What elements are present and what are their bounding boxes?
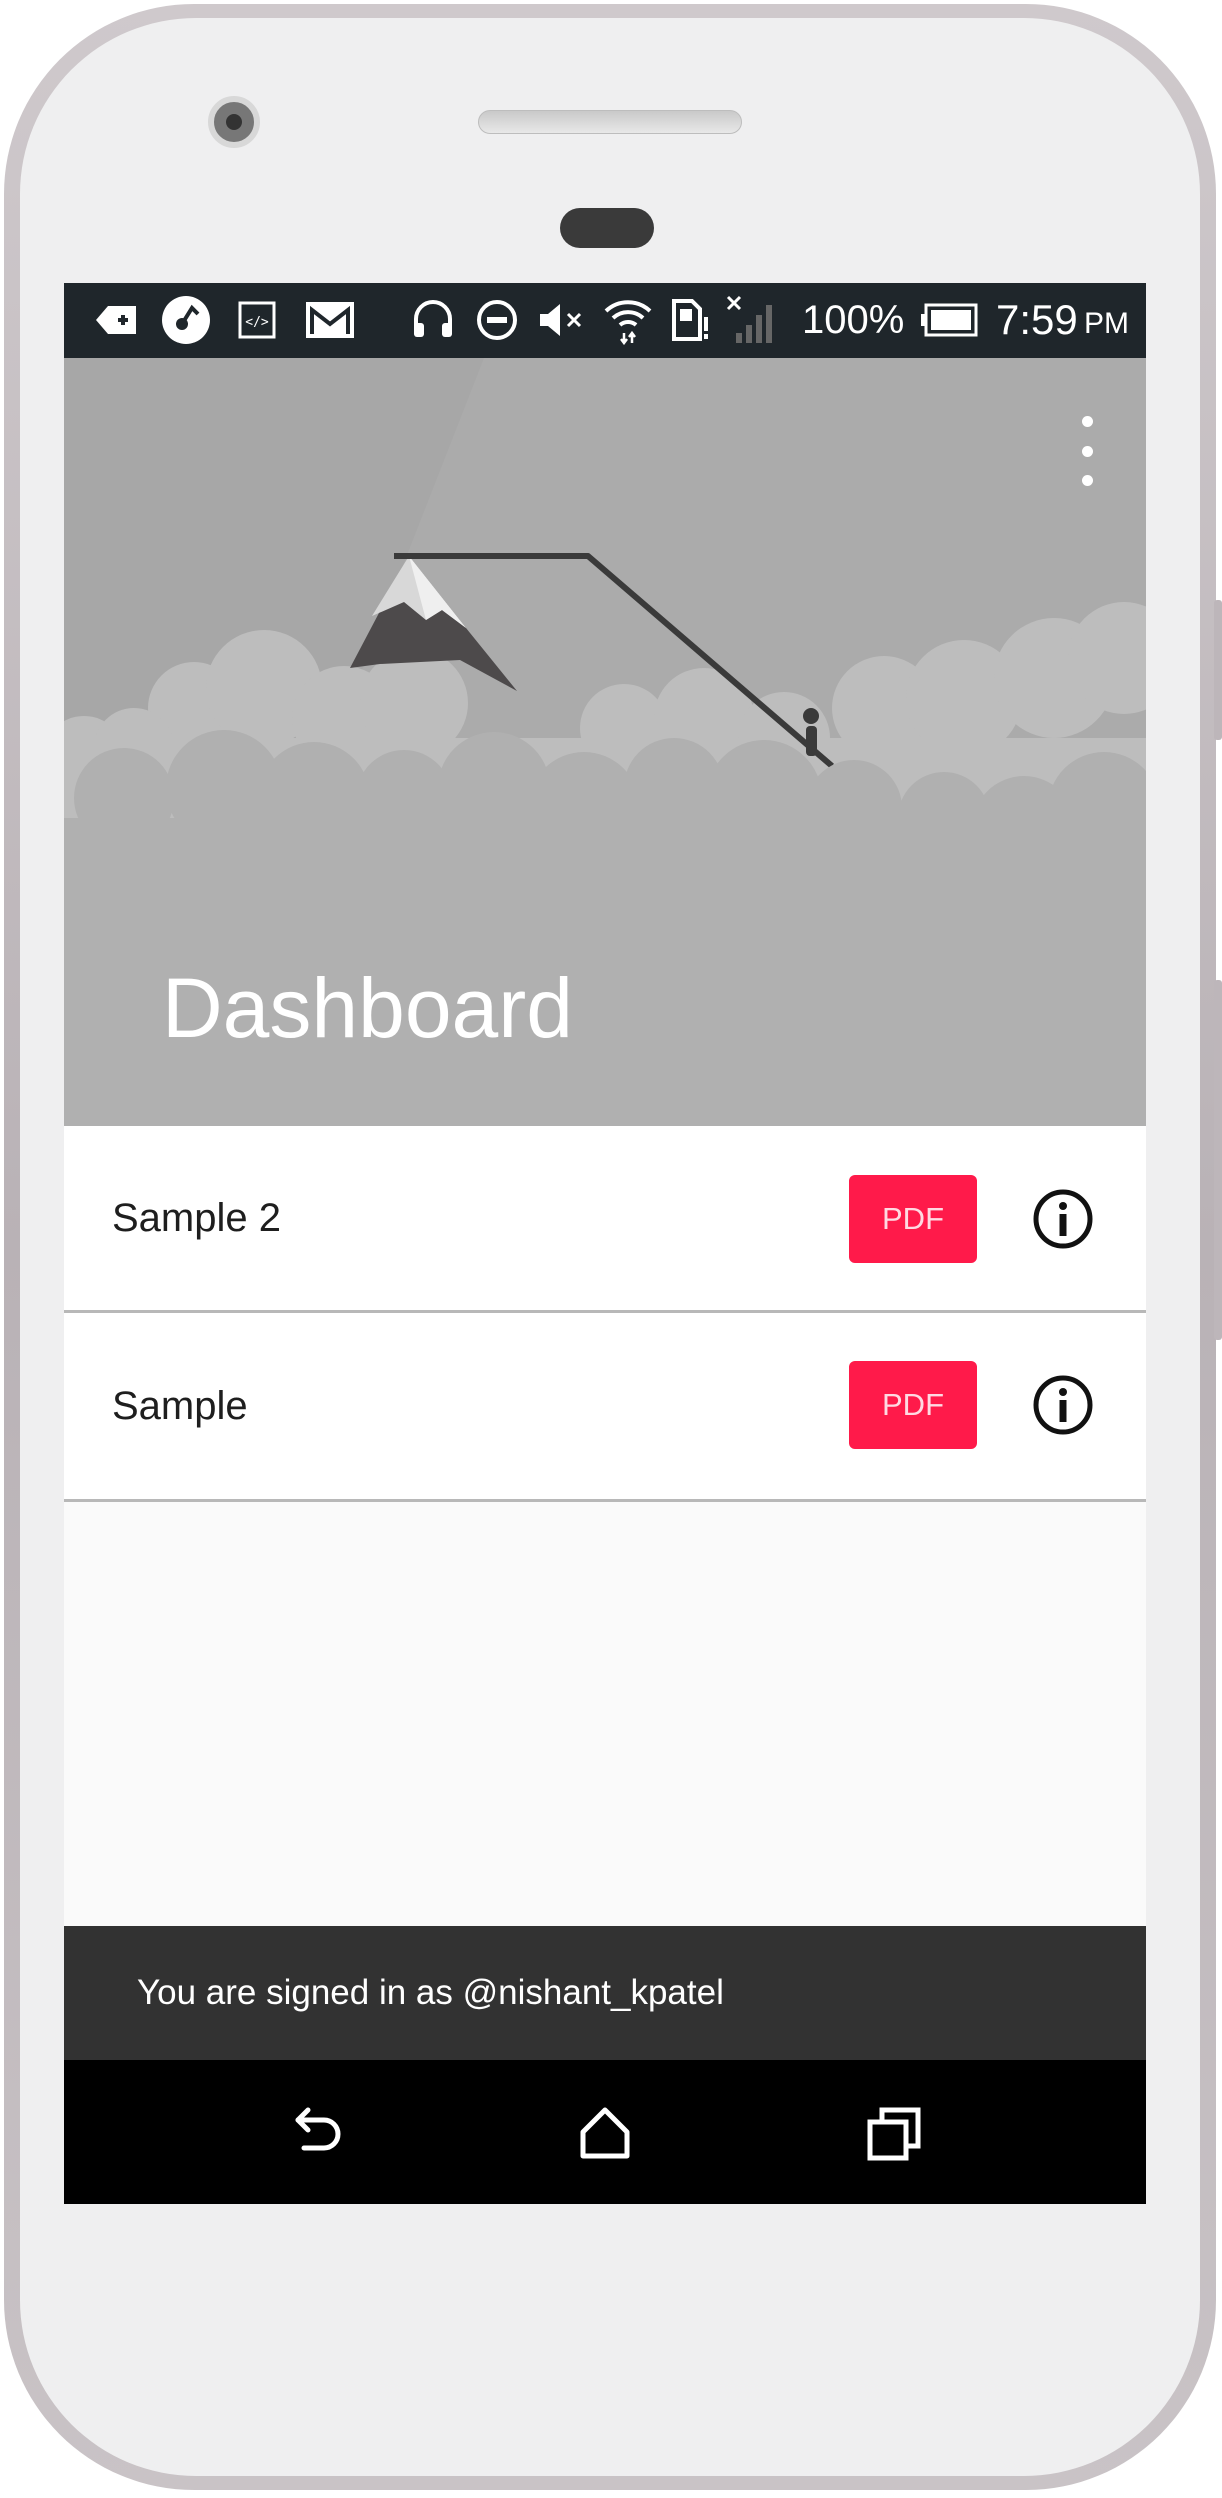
headset-icon [410, 295, 456, 345]
back-icon[interactable] [286, 2102, 350, 2166]
recents-icon[interactable] [862, 2102, 926, 2166]
pdf-button[interactable]: PDF [849, 1175, 977, 1263]
side-button [1214, 980, 1222, 1340]
no-signal-icon [726, 295, 776, 345]
document-name: Sample [112, 1383, 248, 1428]
document-name: Sample 2 [112, 1195, 281, 1240]
document-list: Sample 2 PDF Sample PDF [64, 1126, 1146, 1502]
app-icon [160, 295, 212, 345]
page-title: Dashboard [162, 961, 573, 1055]
volume-button [1214, 600, 1222, 740]
gmail-icon [304, 295, 356, 345]
clock-ampm: PM [1084, 307, 1129, 340]
phone-frame: </> 100% 7:59 PM Dashboard Sample 2 PDF … [0, 0, 1222, 2498]
info-icon[interactable] [1031, 1373, 1095, 1437]
clock-time: 7:59 [996, 296, 1078, 343]
list-item[interactable]: Sample PDF [64, 1313, 1146, 1502]
battery-percent: 100% [802, 298, 905, 342]
mute-icon [536, 295, 588, 345]
app-screen: </> 100% 7:59 PM Dashboard Sample 2 PDF … [64, 283, 1146, 2204]
snackbar-text: You are signed in as @nishant_kpatel [137, 1973, 724, 2012]
svg-text:</>: </> [245, 315, 269, 330]
navigation-bar [64, 2060, 1146, 2204]
pdf-button[interactable]: PDF [849, 1361, 977, 1449]
do-not-disturb-icon [474, 295, 520, 345]
more-vert-icon[interactable] [1070, 416, 1104, 486]
proximity-sensor [560, 208, 654, 248]
battery-icon [920, 295, 978, 345]
info-icon[interactable] [1031, 1187, 1095, 1251]
earpiece-speaker [478, 110, 742, 134]
code-icon: </> [236, 295, 278, 345]
home-icon[interactable] [573, 2102, 637, 2166]
status-bar: </> 100% 7:59 PM [64, 283, 1146, 358]
tag-add-icon [92, 295, 140, 345]
sim-icon [670, 295, 712, 345]
snackbar: You are signed in as @nishant_kpatel [64, 1926, 1146, 2060]
list-item[interactable]: Sample 2 PDF [64, 1126, 1146, 1313]
wifi-icon [602, 295, 654, 345]
collapsing-header: Dashboard [64, 358, 1146, 1126]
front-camera [208, 96, 260, 148]
